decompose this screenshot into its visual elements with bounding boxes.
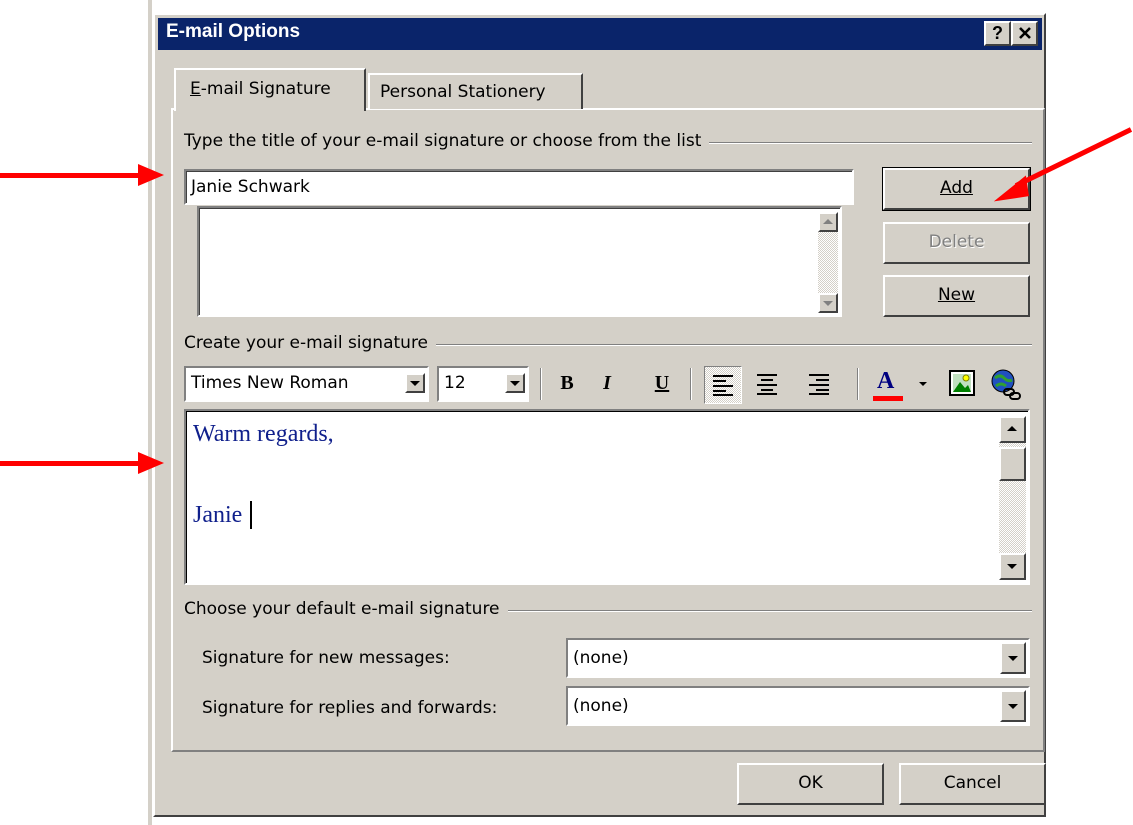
tab-personal-stationery-label: Personal Stationery [380, 82, 546, 102]
insert-hyperlink-icon [991, 369, 1021, 400]
align-right-icon [809, 374, 829, 395]
signature-line-1: Warm regards, [193, 421, 334, 447]
delete-button-label: Delete [928, 232, 985, 252]
font-size-value: 12 [444, 373, 466, 393]
toolbar-separator [540, 368, 542, 400]
close-button[interactable] [1011, 21, 1038, 46]
toolbar-separator [690, 368, 692, 400]
align-center-button[interactable] [752, 369, 782, 399]
font-name-dropdown-button[interactable] [405, 373, 425, 393]
chevron-down-icon [1008, 704, 1018, 709]
italic-button[interactable]: I [593, 372, 621, 400]
tab-email-signature-text: -mail Signature [200, 79, 331, 99]
toolbar-separator [857, 368, 859, 400]
insert-hyperlink-button[interactable] [990, 368, 1024, 402]
default-group-label: Choose your default e-mail signature [184, 599, 508, 619]
insert-picture-button[interactable] [949, 370, 977, 398]
text-caret [250, 501, 252, 529]
underline-button[interactable]: U [648, 372, 676, 400]
new-messages-value: (none) [573, 648, 629, 668]
scroll-up-icon [1007, 426, 1017, 431]
signature-list[interactable] [197, 206, 842, 317]
close-icon [1018, 27, 1031, 39]
delete-button[interactable]: Delete [883, 222, 1030, 264]
align-left-button[interactable] [704, 366, 742, 404]
align-left-icon [713, 375, 733, 396]
replies-dropdown-button[interactable] [1000, 690, 1026, 722]
tab-email-signature-label: E-mail Signature [190, 79, 331, 99]
list-scroll-up-button[interactable] [818, 212, 838, 232]
font-color-dropdown-icon[interactable] [919, 382, 927, 386]
align-center-icon [757, 374, 777, 395]
create-group-label: Create your e-mail signature [184, 333, 437, 353]
dialog-title: E-mail Options [166, 21, 301, 42]
insert-picture-icon [949, 370, 975, 396]
editor-scroll-down-button[interactable] [999, 553, 1026, 580]
scroll-down-icon [1007, 564, 1017, 569]
editor-scroll-thumb[interactable] [999, 447, 1026, 481]
cancel-button[interactable]: Cancel [899, 763, 1046, 805]
new-messages-select[interactable]: (none) [566, 638, 1030, 678]
replies-label: Signature for replies and forwards: [202, 698, 498, 718]
ok-button-label: OK [798, 773, 823, 793]
font-name-value: Times New Roman [191, 373, 349, 393]
font-color-button[interactable]: A [870, 368, 908, 402]
signature-title-input-value: Janie Schwark [191, 177, 310, 197]
font-color-glyph: A [877, 368, 895, 394]
new-button[interactable]: New [883, 275, 1030, 317]
background-window-edge [148, 0, 152, 825]
font-size-dropdown-button[interactable] [505, 373, 525, 393]
chevron-down-icon [410, 381, 420, 386]
font-name-select[interactable]: Times New Roman [184, 366, 429, 402]
bold-button[interactable]: B [553, 372, 581, 400]
signature-title-input[interactable]: Janie Schwark [184, 169, 854, 205]
replies-select[interactable]: (none) [566, 686, 1030, 726]
signature-line-2: Janie [193, 502, 243, 528]
list-scroll-down-button[interactable] [818, 293, 838, 313]
ok-button[interactable]: OK [737, 763, 884, 805]
signature-title-group-label: Type the title of your e-mail signature … [184, 131, 710, 151]
scroll-up-icon [823, 219, 833, 224]
tab-email-signature[interactable]: E-mail Signature [174, 68, 366, 111]
chevron-down-icon [1008, 656, 1018, 661]
scroll-down-icon [823, 301, 833, 306]
tab-personal-stationery[interactable]: Personal Stationery [368, 73, 583, 109]
cancel-button-label: Cancel [943, 773, 1002, 793]
editor-scroll-up-button[interactable] [999, 416, 1026, 443]
chevron-down-icon [510, 381, 520, 386]
new-messages-dropdown-button[interactable] [1000, 642, 1026, 674]
add-button-label: Add [940, 178, 973, 198]
replies-value: (none) [573, 696, 629, 716]
new-messages-label: Signature for new messages: [202, 648, 450, 668]
help-button[interactable]: ? [984, 21, 1011, 46]
align-right-button[interactable] [804, 369, 834, 399]
new-button-label: New [937, 285, 976, 305]
font-color-icon [873, 396, 903, 401]
